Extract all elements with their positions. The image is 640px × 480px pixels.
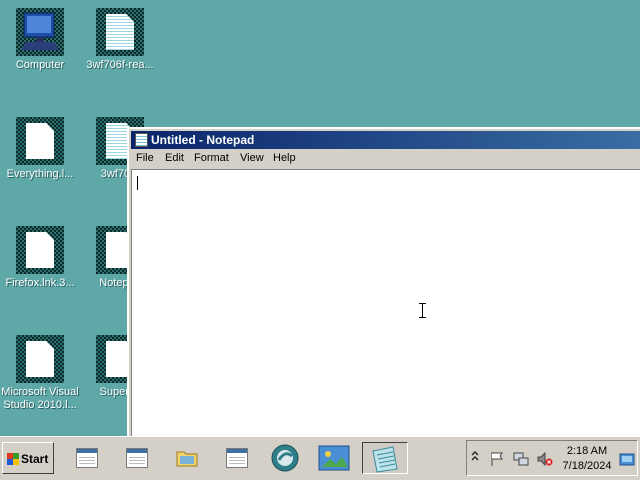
taskbar-button-window-1[interactable] (66, 442, 106, 474)
window-icon (126, 448, 148, 468)
ibeam-cursor-icon (419, 303, 426, 318)
show-desktop-icon[interactable] (619, 451, 635, 470)
computer-icon (21, 12, 59, 50)
menu-view[interactable]: View (240, 152, 264, 164)
start-label: Start (21, 452, 49, 466)
globe-icon (271, 444, 299, 472)
text-file-icon (106, 14, 134, 50)
taskbar-button-paint[interactable] (314, 442, 354, 474)
expand-arrow-icon[interactable] (471, 450, 479, 465)
menu-edit[interactable]: Edit (165, 152, 184, 164)
paint-icon (318, 445, 350, 471)
desktop-icon-firefox[interactable]: Firefox.lnk.3... (1, 226, 79, 290)
folder-icon (176, 451, 198, 467)
notepad-icon (135, 133, 148, 147)
desktop-icon-computer[interactable]: Computer (1, 8, 79, 72)
menu-file[interactable]: File (136, 152, 154, 164)
text-editor[interactable] (131, 169, 640, 439)
window-icon (226, 448, 248, 468)
clock-time: 2:18 AM (566, 445, 608, 457)
desktop-icon-label-line2: Studio 2010.l... (3, 399, 77, 411)
desktop-icon-visual-studio[interactable]: Microsoft Visual Studio 2010.l... (1, 335, 79, 412)
file-icon (26, 341, 54, 377)
clock[interactable]: 2:18 AM 7/18/2024 (561, 444, 613, 474)
desktop-icon-label: Everything.l... (6, 168, 74, 180)
notepad-icon (372, 446, 398, 473)
file-icon (26, 232, 54, 268)
notepad-window[interactable]: Untitled - Notepad File Edit Format View… (127, 127, 640, 439)
title-bar[interactable]: Untitled - Notepad (131, 131, 640, 149)
desktop-icon-label: Firefox.lnk.3... (5, 277, 75, 289)
volume-muted-icon[interactable] (537, 451, 553, 470)
taskbar-button-browser[interactable] (266, 442, 306, 474)
system-tray: 2:18 AM 7/18/2024 (466, 440, 638, 476)
taskbar: Start 2:18 AM 7/18/2024 (0, 436, 640, 480)
taskbar-button-explorer[interactable] (166, 442, 206, 474)
taskbar-button-notepad[interactable] (362, 442, 408, 474)
network-icon[interactable] (513, 451, 529, 470)
desktop-icon-label-line1: Microsoft Visual (1, 386, 79, 398)
taskbar-button-window-2[interactable] (116, 442, 156, 474)
file-icon (26, 123, 54, 159)
windows-logo-icon (7, 453, 19, 465)
desktop-icon-everything[interactable]: Everything.l... (1, 117, 79, 181)
menu-bar: File Edit Format View Help (131, 150, 640, 168)
desktop-icon-label: Computer (15, 59, 65, 71)
text-caret (137, 176, 138, 190)
window-icon (76, 448, 98, 468)
desktop-icon-text-file[interactable]: 3wf706f-rea... (81, 8, 159, 72)
menu-help[interactable]: Help (273, 152, 296, 164)
start-button[interactable]: Start (2, 442, 54, 474)
flag-icon[interactable] (489, 451, 505, 470)
taskbar-button-window-3[interactable] (216, 442, 256, 474)
menu-format[interactable]: Format (194, 152, 229, 164)
window-title: Untitled - Notepad (151, 133, 255, 147)
clock-date: 7/18/2024 (562, 460, 612, 472)
desktop-icon-label: 3wf706f-rea... (86, 59, 154, 71)
